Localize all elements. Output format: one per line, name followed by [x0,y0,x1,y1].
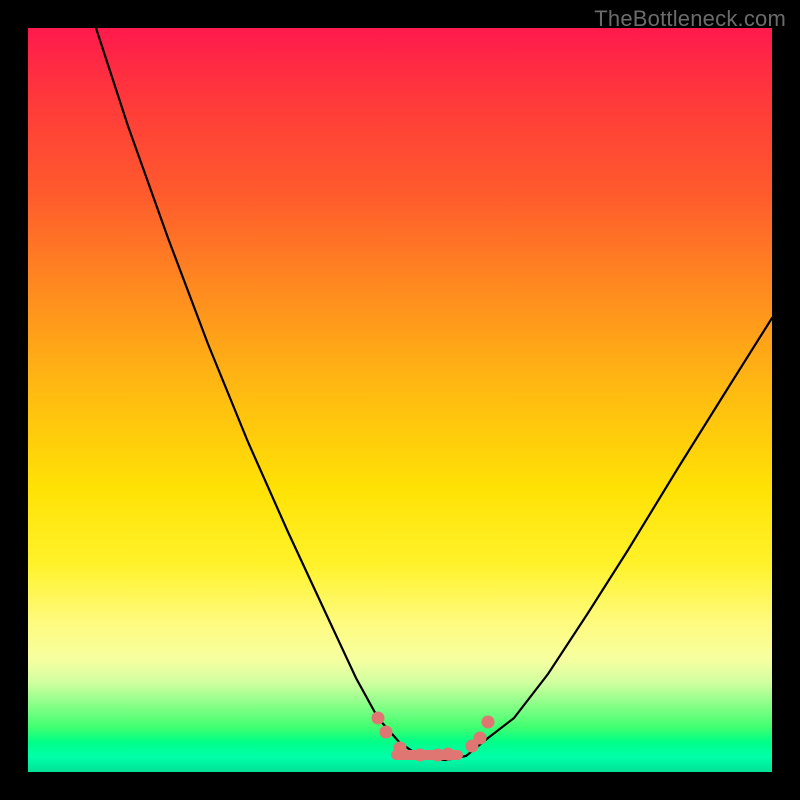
marker-dot [482,716,495,729]
marker-dot [474,732,487,745]
marker-dot [394,742,407,755]
chart-svg [28,28,772,772]
marker-dot [372,712,385,725]
plot-area [28,28,772,772]
marker-group [372,712,495,762]
marker-dot [414,749,427,762]
marker-dot [442,748,455,761]
watermark-text: TheBottleneck.com [594,6,786,32]
marker-dot [380,726,393,739]
bottleneck-curve [96,28,772,760]
outer-frame: TheBottleneck.com [0,0,800,800]
